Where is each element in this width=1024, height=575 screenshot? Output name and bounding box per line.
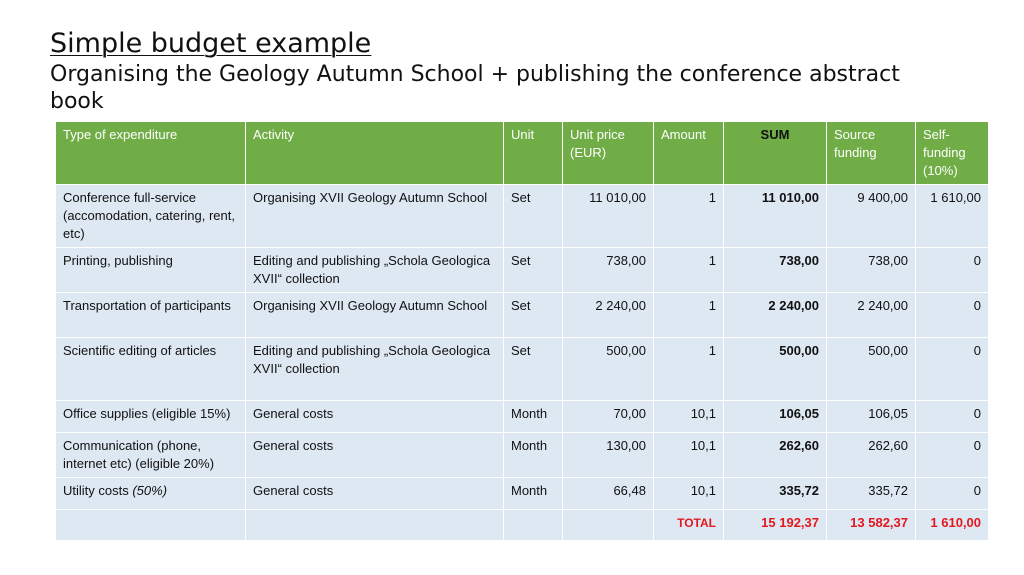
cell-type: Transportation of participants (55, 292, 246, 338)
cell-activity: General costs (245, 432, 504, 478)
cell-sum: 262,60 (723, 432, 827, 478)
header-unit: Unit (503, 121, 563, 185)
table-row: Utility costs (50%) General costs Month … (55, 477, 989, 510)
cell-sum: 335,72 (723, 477, 827, 510)
cell-activity: Editing and publishing „Schola Geologica… (245, 247, 504, 293)
cell-activity: Organising XVII Geology Autumn School (245, 184, 504, 248)
header-activity: Activity (245, 121, 504, 185)
cell-amount: 1 (653, 247, 724, 293)
cell-unit: Set (503, 247, 563, 293)
table-row: Communication (phone, internet etc) (eli… (55, 432, 989, 478)
cell-type-text: Utility costs (63, 483, 133, 498)
cell-type: Office supplies (eligible 15%) (55, 400, 246, 433)
cell-sum: 2 240,00 (723, 292, 827, 338)
cell-unit: Set (503, 292, 563, 338)
cell-amount: 10,1 (653, 432, 724, 478)
header-type: Type of expenditure (55, 121, 246, 185)
cell-source-funding: 9 400,00 (826, 184, 916, 248)
cell-sum: 500,00 (723, 337, 827, 401)
total-source-funding: 13 582,37 (826, 509, 916, 541)
cell-sum: 106,05 (723, 400, 827, 433)
cell-self-funding: 0 (915, 432, 989, 478)
cell-source-funding: 2 240,00 (826, 292, 916, 338)
cell-self-funding: 0 (915, 247, 989, 293)
cell-activity: Organising XVII Geology Autumn School (245, 292, 504, 338)
cell-unit-price: 66,48 (562, 477, 654, 510)
total-sum: 15 192,37 (723, 509, 827, 541)
cell-source-funding: 335,72 (826, 477, 916, 510)
cell-unit: Month (503, 477, 563, 510)
table-row: Office supplies (eligible 15%) General c… (55, 400, 989, 433)
table-row: Printing, publishing Editing and publish… (55, 247, 989, 293)
cell-source-funding: 738,00 (826, 247, 916, 293)
cell-self-funding: 0 (915, 477, 989, 510)
total-empty-cell (562, 509, 654, 541)
table-row: Scientific editing of articles Editing a… (55, 337, 989, 401)
cell-self-funding: 1 610,00 (915, 184, 989, 248)
total-row: TOTAL 15 192,37 13 582,37 1 610,00 (55, 509, 989, 541)
cell-type: Utility costs (50%) (55, 477, 246, 510)
total-self-funding: 1 610,00 (915, 509, 989, 541)
slide-subtitle: Organising the Geology Autumn School + p… (50, 62, 900, 114)
cell-activity: General costs (245, 400, 504, 433)
header-amount: Amount (653, 121, 724, 185)
header-self-funding: Self-funding (10%) (915, 121, 989, 185)
cell-unit-price: 130,00 (562, 432, 654, 478)
cell-amount: 1 (653, 292, 724, 338)
header-source-funding: Source funding (826, 121, 916, 185)
table-row: Conference full-service (accomodation, c… (55, 184, 989, 248)
cell-sum: 11 010,00 (723, 184, 827, 248)
total-empty-cell (55, 509, 246, 541)
cell-unit-price: 500,00 (562, 337, 654, 401)
total-empty-cell (503, 509, 563, 541)
cell-self-funding: 0 (915, 292, 989, 338)
cell-unit-price: 11 010,00 (562, 184, 654, 248)
cell-source-funding: 500,00 (826, 337, 916, 401)
cell-amount: 10,1 (653, 477, 724, 510)
cell-unit: Set (503, 184, 563, 248)
cell-source-funding: 262,60 (826, 432, 916, 478)
slide-title: Simple budget example (50, 28, 372, 59)
cell-type: Conference full-service (accomodation, c… (55, 184, 246, 248)
header-sum: SUM (723, 121, 827, 185)
cell-self-funding: 0 (915, 400, 989, 433)
cell-unit-price: 70,00 (562, 400, 654, 433)
cell-type-note: (50%) (132, 483, 168, 498)
header-unit-price: Unit price (EUR) (562, 121, 654, 185)
cell-self-funding: 0 (915, 337, 989, 401)
cell-type: Printing, publishing (55, 247, 246, 293)
total-label: TOTAL (653, 509, 724, 541)
cell-activity: General costs (245, 477, 504, 510)
cell-unit-price: 2 240,00 (562, 292, 654, 338)
total-empty-cell (245, 509, 504, 541)
cell-activity: Editing and publishing „Schola Geologica… (245, 337, 504, 401)
cell-unit: Set (503, 337, 563, 401)
cell-type: Communication (phone, internet etc) (eli… (55, 432, 246, 478)
cell-sum: 738,00 (723, 247, 827, 293)
slide: Simple budget example Organising the Geo… (0, 0, 1024, 575)
cell-source-funding: 106,05 (826, 400, 916, 433)
cell-amount: 1 (653, 184, 724, 248)
table-row: Transportation of participants Organisin… (55, 292, 989, 338)
budget-table: Type of expenditure Activity Unit Unit p… (55, 121, 989, 541)
cell-amount: 10,1 (653, 400, 724, 433)
table-header-row: Type of expenditure Activity Unit Unit p… (55, 121, 989, 185)
cell-unit: Month (503, 432, 563, 478)
cell-type: Scientific editing of articles (55, 337, 246, 401)
cell-amount: 1 (653, 337, 724, 401)
cell-unit-price: 738,00 (562, 247, 654, 293)
cell-unit: Month (503, 400, 563, 433)
